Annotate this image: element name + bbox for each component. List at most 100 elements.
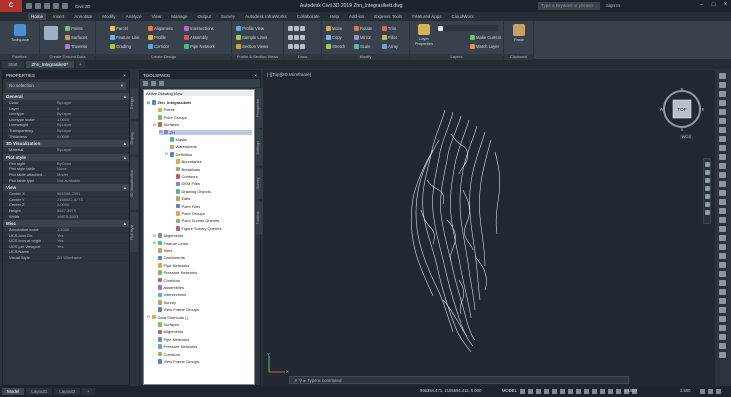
stretch-button[interactable]: Stretch	[326, 44, 345, 49]
layout-tab[interactable]: Layout2	[54, 388, 81, 395]
feature-line-button[interactable]: Feature Line	[110, 35, 140, 40]
tree-item[interactable]: Pipe Networks	[153, 337, 189, 342]
view-icon[interactable]	[143, 80, 148, 86]
scale-button[interactable]: Scale	[354, 44, 370, 49]
rotate-button[interactable]: Rotate	[354, 26, 372, 31]
property-value[interactable]: Yes	[55, 238, 129, 243]
tree-item[interactable]: Point Survey Queries	[171, 218, 219, 223]
help-icon[interactable]	[159, 80, 164, 86]
tree-item[interactable]: Drawing Objects	[171, 189, 211, 194]
tree-item[interactable]: Contours	[171, 174, 198, 179]
tab-manage[interactable]: Manage	[168, 13, 190, 20]
property-section-header[interactable]: 3D Visualization ▴	[3, 140, 129, 148]
tree-item[interactable]: Surfaces	[153, 322, 179, 327]
tool-icon[interactable]	[719, 73, 726, 79]
surfaces-button[interactable]: Surfaces	[65, 35, 88, 40]
tool-icon[interactable]	[719, 100, 726, 106]
minimize-icon[interactable]: –	[698, 2, 705, 9]
undo-icon[interactable]	[53, 3, 59, 9]
tree-item[interactable]: Masks	[165, 137, 187, 142]
pipe-network-button[interactable]: Pipe Network	[184, 44, 215, 49]
property-value[interactable]: ByLayer	[55, 122, 129, 127]
tool-icon[interactable]	[719, 307, 726, 313]
toolspace-button[interactable]: Toolspace	[10, 24, 30, 46]
property-value[interactable]: Yes	[55, 233, 129, 238]
tree-item[interactable]: ⊟ Alignments	[153, 233, 183, 238]
doc-tab[interactable]: Start	[2, 61, 24, 68]
search-input[interactable]: Type a keyword or phrase	[538, 2, 600, 10]
paste-button[interactable]: Paste	[509, 24, 529, 46]
intersections-button[interactable]: Intersections	[184, 26, 214, 31]
close-icon[interactable]: ×	[722, 2, 729, 9]
tree-item[interactable]: View Frame Groups	[153, 359, 199, 364]
command-line[interactable]: ✕ ⚲ ▸ Type a command	[289, 376, 629, 384]
property-row[interactable]: Thickness 0.0000	[3, 134, 129, 140]
trim-button[interactable]: Trim	[382, 26, 396, 31]
tree-item[interactable]: Pipe Networks	[153, 263, 189, 268]
tab-home[interactable]: Home	[28, 13, 47, 20]
property-section-header[interactable]: Misc ▴	[3, 220, 129, 228]
tool-icon[interactable]	[719, 235, 726, 241]
steering-wheel-icon[interactable]	[704, 162, 710, 167]
property-value[interactable]: Not available	[55, 178, 129, 183]
tree-item[interactable]: Assemblies	[153, 285, 184, 290]
tool-icon[interactable]	[719, 82, 726, 88]
workspace-icon[interactable]	[616, 389, 621, 394]
property-row[interactable]: Width 19875.3203	[3, 214, 129, 220]
property-value[interactable]: 9827.3979	[55, 208, 129, 213]
create-ground-tool[interactable]	[44, 26, 58, 40]
tree-item[interactable]: Points	[153, 107, 175, 112]
tree-item[interactable]: Boundaries	[171, 159, 202, 164]
tool-icon[interactable]	[719, 271, 726, 277]
tree-item[interactable]: ⊟ Data Shortcuts [ ]	[147, 315, 188, 320]
tree-item[interactable]: Catchments	[153, 255, 185, 260]
arc-tool[interactable]	[288, 35, 305, 40]
tree-item[interactable]: ⊟ Zhn_Integrasikett	[147, 100, 191, 105]
tool-icon[interactable]	[719, 343, 726, 349]
tool-icon[interactable]	[719, 208, 726, 214]
property-row[interactable]: Material ByLayer	[3, 147, 129, 153]
viewcube[interactable]: TOP N S E W	[659, 86, 705, 133]
traverse-button[interactable]: Traverse	[65, 44, 87, 49]
fullscreen-icon[interactable]	[708, 389, 713, 394]
mirror-button[interactable]: Mirror	[354, 35, 371, 40]
new-icon[interactable]	[26, 3, 32, 9]
expand-toggle-icon[interactable]: ⊟	[159, 130, 162, 134]
section-views-button[interactable]: Section Views	[236, 44, 268, 49]
tree-item[interactable]: Point Groups	[171, 211, 205, 216]
otrack-icon[interactable]	[560, 389, 565, 394]
hardware-icon[interactable]	[700, 389, 705, 394]
tool-icon[interactable]	[719, 280, 726, 286]
tool-icon[interactable]	[719, 289, 726, 295]
points-button[interactable]: Points	[65, 26, 83, 31]
ortho-icon[interactable]	[536, 389, 541, 394]
tool-icon[interactable]	[719, 244, 726, 250]
tree-item[interactable]: Point Groups	[153, 115, 187, 120]
workspace-switcher[interactable]: Civil 3D	[75, 4, 91, 9]
property-row[interactable]: Plot table type Not available	[3, 178, 129, 184]
property-value[interactable]: ByColor	[55, 161, 129, 166]
tool-icon[interactable]	[719, 217, 726, 223]
selection-cycling-icon[interactable]	[584, 389, 589, 394]
property-value[interactable]: 1.0000	[55, 117, 129, 122]
wcs-menu[interactable]: WCS	[679, 134, 693, 139]
tool-icon[interactable]	[719, 352, 726, 358]
layer-dropdown[interactable]	[438, 25, 498, 31]
property-value[interactable]: None	[55, 166, 129, 171]
annotation-scale[interactable]: 1:1000	[624, 388, 637, 393]
property-value[interactable]: 19875.3203	[55, 214, 129, 219]
side-tab-design[interactable]: Design	[130, 88, 138, 120]
fillet-button[interactable]: Fillet	[382, 35, 397, 40]
snap-icon[interactable]	[528, 389, 533, 394]
tab-add-ins[interactable]: Add-ins	[346, 13, 367, 20]
property-row[interactable]: Visual Style 2D Wireframe	[3, 255, 129, 261]
tab-survey[interactable]: Survey	[218, 13, 238, 20]
tree-item[interactable]: Watersheds	[165, 144, 197, 149]
property-value[interactable]: ByLayer	[55, 128, 129, 133]
annotation-icon[interactable]	[592, 389, 597, 394]
tool-icon[interactable]	[719, 199, 726, 205]
tab-help[interactable]: Help	[327, 13, 342, 20]
tree-item[interactable]: Sites	[153, 248, 172, 253]
tool-icon[interactable]	[719, 316, 726, 322]
tool-icon[interactable]	[719, 154, 726, 160]
